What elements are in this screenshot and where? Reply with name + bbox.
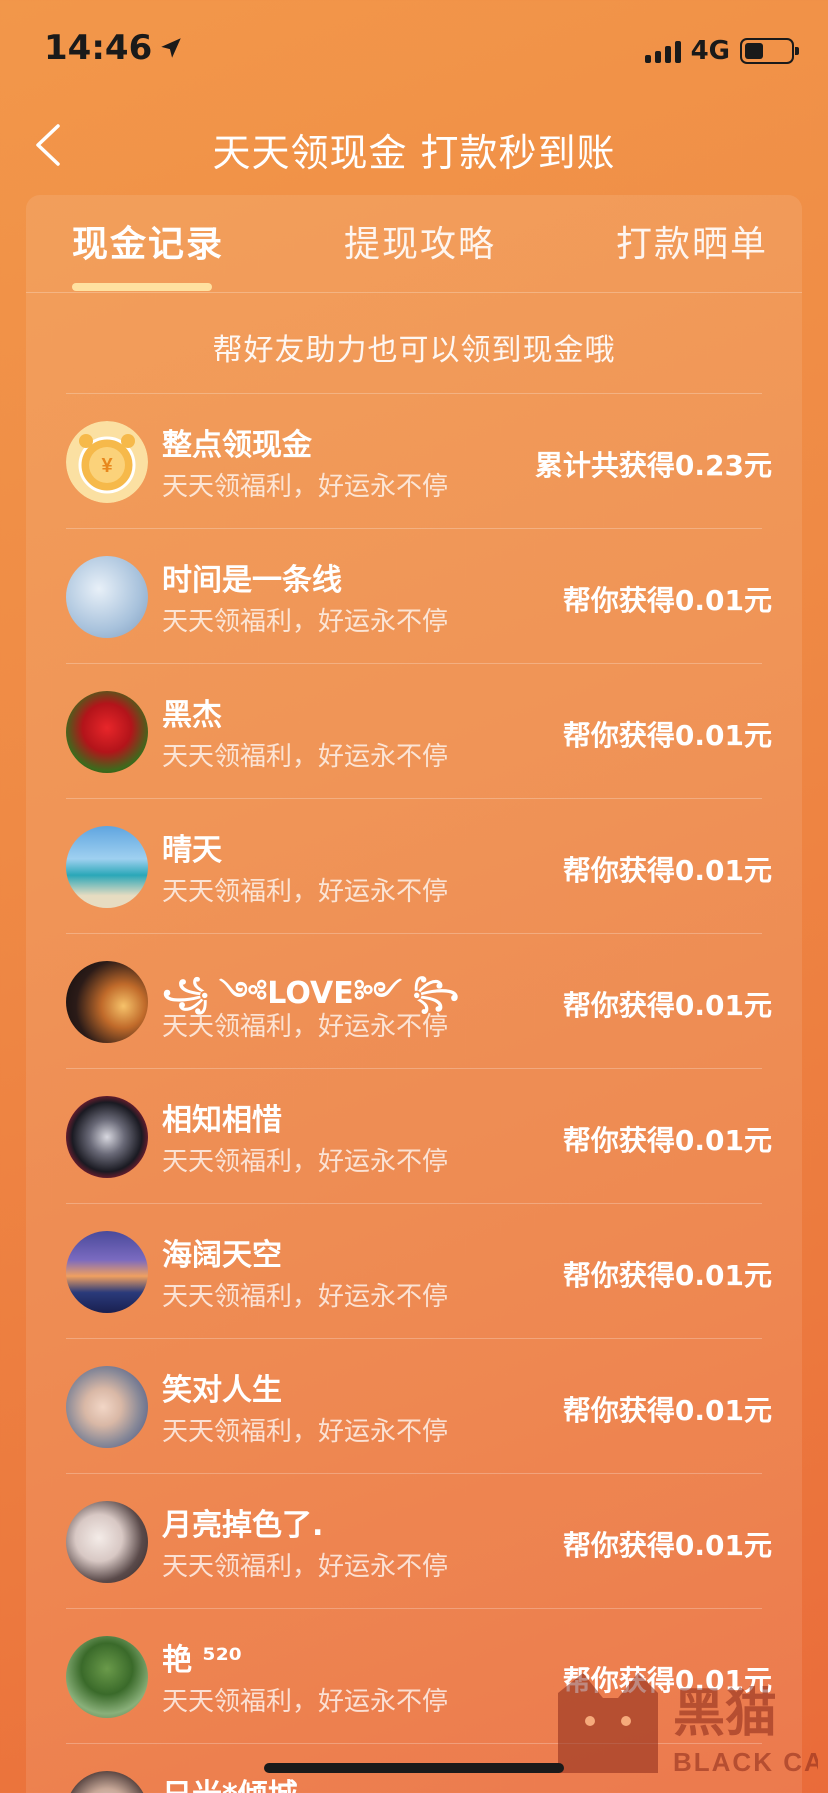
- active-tab-indicator: [72, 283, 212, 291]
- record-desc: 天天领福利，好运永不停: [162, 1552, 449, 1582]
- help-subtitle: 帮好友助力也可以领到现金哦: [212, 333, 616, 368]
- avatar: [66, 1771, 148, 1793]
- page-title: 天天领现金 打款秒到账: [212, 131, 616, 175]
- record-amount: 帮你获得0.01元: [562, 1529, 772, 1562]
- avatar: [66, 826, 148, 908]
- record-desc: 天天领福利，好运永不停: [162, 607, 449, 637]
- record-name: 笑对人生: [162, 1373, 282, 1408]
- record-name: 日光*倾城: [162, 1770, 298, 1793]
- record-desc: 天天领福利，好运永不停: [162, 1012, 449, 1042]
- record-amount: 帮你获得0.01元: [562, 854, 772, 887]
- avatar: [66, 961, 148, 1043]
- record-desc: 天天领福利，好运永不停: [162, 1147, 449, 1177]
- avatar: [66, 556, 148, 638]
- record-desc: 天天领福利，好运永不停: [162, 742, 449, 772]
- status-time-text: 14:46: [44, 28, 153, 68]
- nav-bar: 天天领现金 打款秒到账: [0, 100, 828, 190]
- list-item[interactable]: 时间是一条线 天天领福利，好运永不停 帮你获得0.01元: [66, 528, 772, 663]
- avatar: [66, 1096, 148, 1178]
- record-amount: 帮你获得0.01元: [562, 1259, 772, 1292]
- record-amount: 帮你获得0.01元: [562, 1124, 772, 1157]
- list-item[interactable]: 月亮掉色了. 天天领福利，好运永不停 帮你获得0.01元: [66, 1473, 772, 1608]
- location-arrow-icon: [161, 38, 181, 58]
- list-item[interactable]: 笑对人生 天天领福利，好运永不停 帮你获得0.01元: [66, 1338, 772, 1473]
- status-indicators: 4G: [644, 36, 799, 66]
- tab-bar: 现金记录 提现攻略 打款晒单: [26, 195, 802, 293]
- avatar: [66, 1231, 148, 1313]
- signal-icon: [644, 39, 681, 63]
- avatar: [66, 1636, 148, 1718]
- record-name: 黑杰: [162, 698, 222, 733]
- record-amount: 帮你获得0.01元: [562, 989, 772, 1022]
- list-item[interactable]: 海阔天空 天天领福利，好运永不停 帮你获得0.01元: [66, 1203, 772, 1338]
- record-name: 时间是一条线: [162, 563, 342, 598]
- tab-cash-records[interactable]: 现金记录: [72, 215, 224, 267]
- avatar: [66, 1501, 148, 1583]
- list-item[interactable]: ¥ 整点领现金 天天领福利，好运永不停 累计共获得0.23元: [66, 393, 772, 528]
- svg-text:¥: ¥: [101, 455, 113, 477]
- content-card: 现金记录 提现攻略 打款晒单 帮好友助力也可以领到现金哦 ¥ 整点领现金 天天领…: [26, 195, 802, 1793]
- list-item[interactable]: ꧁ ༺LOVE༻ ꧂ 天天领福利，好运永不停 帮你获得0.01元: [66, 933, 772, 1068]
- record-desc: 天天领福利，好运永不停: [162, 1687, 449, 1717]
- record-amount: 帮你获得0.01元: [562, 1394, 772, 1427]
- list-item[interactable]: 晴天 天天领福利，好运永不停 帮你获得0.01元: [66, 798, 772, 933]
- record-desc: 天天领福利，好运永不停: [162, 472, 449, 502]
- record-name: 海阔天空: [162, 1238, 282, 1273]
- avatar: [66, 1366, 148, 1448]
- status-bar: 14:46 4G: [0, 0, 828, 100]
- tab-withdraw-guide[interactable]: 提现攻略: [344, 215, 496, 267]
- watermark-en: BLACK CAT: [673, 1747, 818, 1777]
- network-type: 4G: [690, 36, 730, 66]
- record-desc: 天天领福利，好运永不停: [162, 1417, 449, 1447]
- record-name: 晴天: [162, 833, 222, 868]
- avatar: [66, 691, 148, 773]
- tab-payment-showcase[interactable]: 打款晒单: [616, 215, 768, 267]
- status-time: 14:46: [44, 28, 184, 68]
- list-item[interactable]: 黑杰 天天领福利，好运永不停 帮你获得0.01元: [66, 663, 772, 798]
- record-amount: 帮你获得0.01元: [562, 719, 772, 752]
- record-name: 整点领现金: [162, 428, 312, 463]
- record-name: 月亮掉色了.: [162, 1508, 324, 1543]
- home-indicator: [264, 1763, 564, 1773]
- watermark-cn: 黑猫: [673, 1684, 777, 1744]
- black-cat-watermark: 黑猫 BLACK CAT: [548, 1663, 828, 1783]
- record-name: 相知相惜: [162, 1103, 282, 1138]
- list-item[interactable]: 相知相惜 天天领福利，好运永不停 帮你获得0.01元: [66, 1068, 772, 1203]
- record-desc: 天天领福利，好运永不停: [162, 877, 449, 907]
- cash-record-list: ¥ 整点领现金 天天领福利，好运永不停 累计共获得0.23元 时间是一条线 天天…: [66, 393, 772, 1793]
- alarm-clock-icon: ¥: [66, 421, 148, 503]
- record-amount: 累计共获得0.23元: [534, 449, 772, 482]
- record-desc: 天天领福利，好运永不停: [162, 1282, 449, 1312]
- battery-icon: [740, 38, 799, 64]
- record-amount: 帮你获得0.01元: [562, 584, 772, 617]
- record-name: 艳 ⁵²⁰: [162, 1643, 242, 1678]
